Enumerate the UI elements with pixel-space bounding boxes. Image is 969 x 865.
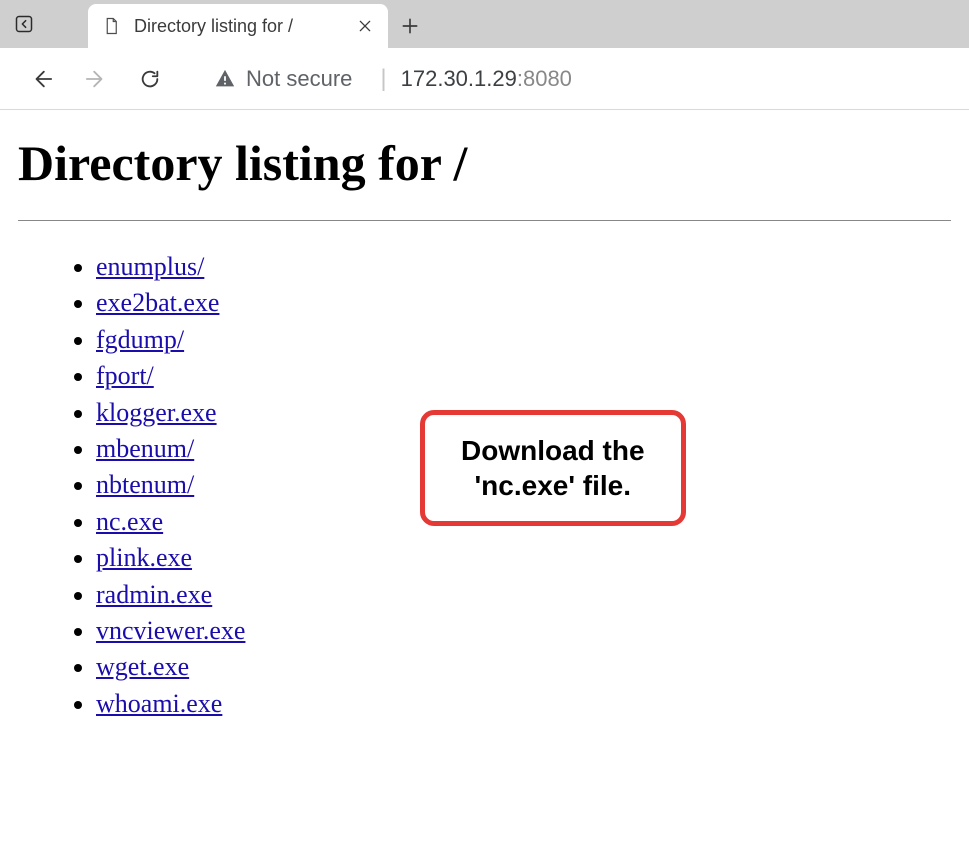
- address-host: 172.30.1.29: [401, 66, 517, 92]
- directory-entry-link[interactable]: nc.exe: [96, 507, 163, 536]
- list-item: exe2bat.exe: [96, 285, 951, 321]
- instruction-callout: Download the 'nc.exe' file.: [420, 410, 686, 526]
- browser-tab-strip: Directory listing for /: [0, 0, 969, 48]
- directory-entry-link[interactable]: wget.exe: [96, 652, 189, 681]
- list-item: enumplus/: [96, 249, 951, 285]
- page-title: Directory listing for /: [18, 134, 951, 192]
- list-item: fport/: [96, 358, 951, 394]
- directory-entry-link[interactable]: fport/: [96, 361, 154, 390]
- security-indicator[interactable]: Not secure: [214, 66, 352, 92]
- horizontal-rule: [18, 220, 951, 221]
- directory-entry-link[interactable]: enumplus/: [96, 252, 204, 281]
- address-bar[interactable]: Not secure | 172.30.1.29:8080: [200, 57, 951, 101]
- file-icon: [102, 17, 120, 35]
- directory-entry-link[interactable]: radmin.exe: [96, 580, 212, 609]
- directory-entry-link[interactable]: whoami.exe: [96, 689, 222, 718]
- arrow-left-icon: [31, 68, 53, 90]
- directory-entry-link[interactable]: vncviewer.exe: [96, 616, 245, 645]
- security-label: Not secure: [246, 66, 352, 92]
- directory-entry-link[interactable]: fgdump/: [96, 325, 184, 354]
- browser-tab-active[interactable]: Directory listing for /: [88, 4, 388, 48]
- directory-entry-link[interactable]: plink.exe: [96, 543, 192, 572]
- new-tab-button[interactable]: [388, 4, 432, 48]
- tab-actions-icon: [14, 14, 34, 34]
- tab-strip-spacer: [48, 0, 88, 48]
- tab-close-button[interactable]: [356, 17, 374, 35]
- callout-line-1: Download the: [461, 435, 645, 466]
- browser-toolbar: Not secure | 172.30.1.29:8080: [0, 48, 969, 110]
- tab-title: Directory listing for /: [134, 16, 342, 37]
- list-item: plink.exe: [96, 540, 951, 576]
- tab-actions-button[interactable]: [0, 0, 48, 48]
- directory-entry-link[interactable]: nbtenum/: [96, 470, 194, 499]
- list-item: vncviewer.exe: [96, 613, 951, 649]
- close-icon: [357, 18, 373, 34]
- list-item: wget.exe: [96, 649, 951, 685]
- arrow-right-icon: [85, 68, 107, 90]
- page-viewport: Directory listing for / enumplus/exe2bat…: [0, 110, 969, 762]
- list-item: whoami.exe: [96, 686, 951, 722]
- callout-line-2: 'nc.exe' file.: [475, 470, 632, 501]
- directory-entry-link[interactable]: klogger.exe: [96, 398, 217, 427]
- address-divider: |: [380, 65, 386, 93]
- back-button[interactable]: [18, 55, 66, 103]
- directory-entry-link[interactable]: exe2bat.exe: [96, 288, 219, 317]
- directory-entry-link[interactable]: mbenum/: [96, 434, 194, 463]
- reload-button[interactable]: [126, 55, 174, 103]
- reload-icon: [139, 68, 161, 90]
- plus-icon: [400, 16, 420, 36]
- warning-icon: [214, 68, 236, 90]
- address-port: :8080: [517, 66, 572, 92]
- forward-button[interactable]: [72, 55, 120, 103]
- list-item: radmin.exe: [96, 577, 951, 613]
- list-item: fgdump/: [96, 322, 951, 358]
